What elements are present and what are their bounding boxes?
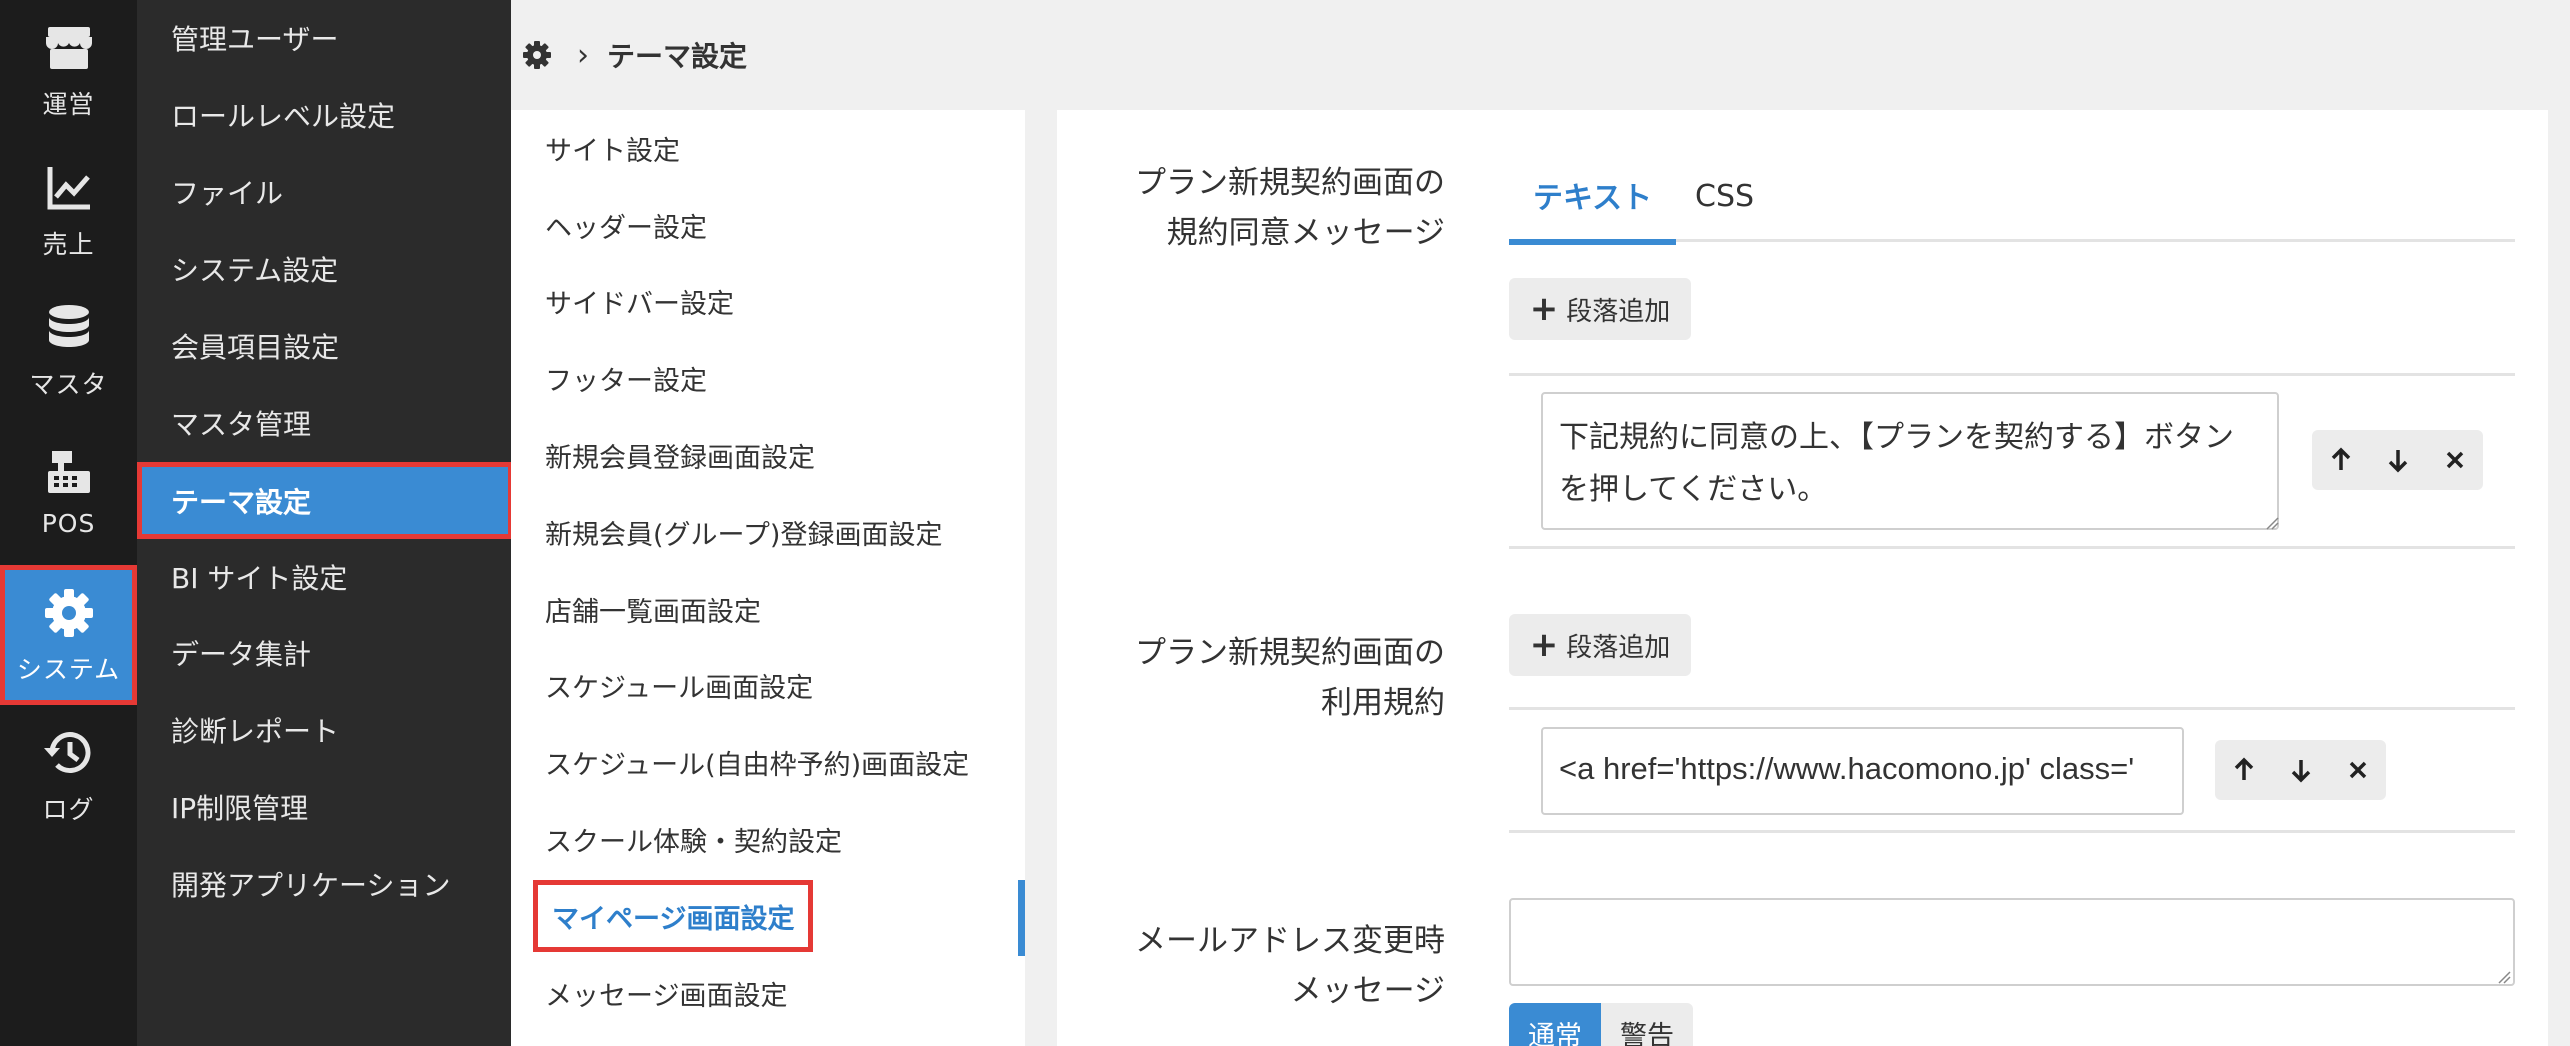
theme-menu-item-school[interactable]: スクール体験・契約設定 <box>545 814 842 864</box>
submenu-item-dev-apps[interactable]: 開発アプリケーション <box>137 846 511 922</box>
theme-menu-item-store-list[interactable]: 店舗一覧画面設定 <box>545 584 761 634</box>
rail-item-log[interactable]: ログ <box>0 705 137 845</box>
theme-menu-item-message[interactable]: メッセージ画面設定 <box>545 968 787 1018</box>
store-icon <box>45 27 92 69</box>
gear-icon <box>44 589 93 637</box>
tab-text[interactable]: テキスト <box>1509 150 1677 245</box>
paragraph-textarea[interactable]: 下記規約に同意の上、【プランを契約する】ボタンを押してください。 <box>1541 392 2279 530</box>
rail-item-operations[interactable]: 運営 <box>0 0 137 140</box>
submenu-item-role-level[interactable]: ロールレベル設定 <box>137 77 511 153</box>
system-submenu: 管理ユーザー ロールレベル設定 ファイル システム設定 会員項目設定 マスタ管理… <box>137 0 513 1046</box>
resize-grip-icon[interactable] <box>2265 516 2279 530</box>
settings-panel: プラン新規契約画面の 規約同意メッセージ テキスト CSS + 段落追加 下記規… <box>1057 110 2548 1046</box>
divider <box>1509 373 2515 376</box>
rail-label: システム <box>16 655 121 684</box>
icon-rail: 運営 売上 マスタ POS システム ログ <box>0 0 137 1046</box>
submenu-item-member-fields[interactable]: 会員項目設定 <box>137 308 511 384</box>
history-icon <box>43 732 90 774</box>
add-paragraph-button[interactable]: + 段落追加 <box>1509 278 1691 340</box>
submenu-item-files[interactable]: ファイル <box>137 154 511 230</box>
submenu-item-system-settings[interactable]: システム設定 <box>137 231 511 307</box>
type-warning-button[interactable]: 警告 <box>1601 1003 1693 1046</box>
move-down-button[interactable] <box>2369 430 2426 490</box>
theme-menu-item-schedule-free[interactable]: スケジュール(自由枠予約)画面設定 <box>545 737 969 787</box>
theme-menu-item-group-registration[interactable]: 新規会員(グループ)登録画面設定 <box>545 507 942 557</box>
paragraph-controls <box>2312 430 2483 490</box>
submenu-item-bi-site[interactable]: BI サイト設定 <box>137 539 511 615</box>
breadcrumb: › テーマ設定 <box>511 0 747 110</box>
arrow-down-icon <box>2291 760 2310 783</box>
rail-label: 売上 <box>42 230 95 259</box>
rail-label: マスタ <box>29 370 108 399</box>
move-up-button[interactable] <box>2312 430 2369 490</box>
rail-item-master[interactable]: マスタ <box>0 280 137 420</box>
arrow-up-icon <box>2331 447 2350 470</box>
tab-css[interactable]: CSS <box>1671 150 1778 242</box>
divider <box>1509 830 2515 833</box>
submenu-item-data-aggregation[interactable]: データ集計 <box>137 615 511 691</box>
terms-html-input[interactable]: <a href='https://www.hacomono.jp' class=… <box>1541 727 2184 815</box>
field-label-agreement-message: プラン新規契約画面の 規約同意メッセージ <box>1135 165 1445 251</box>
theme-menu-item-sidebar[interactable]: サイドバー設定 <box>545 276 734 326</box>
rail-item-sales[interactable]: 売上 <box>0 140 137 280</box>
email-change-message-textarea[interactable] <box>1509 898 2515 986</box>
database-icon <box>48 305 89 347</box>
delete-button[interactable] <box>2426 430 2483 490</box>
submenu-item-ip-restriction[interactable]: IP制限管理 <box>137 769 511 845</box>
rail-item-system[interactable]: システム <box>0 565 137 705</box>
paragraph-controls <box>2215 740 2386 800</box>
rail-label: POS <box>41 508 96 538</box>
theme-menu-item-member-registration[interactable]: 新規会員登録画面設定 <box>545 430 815 480</box>
chart-line-icon <box>47 167 90 210</box>
rail-label: ログ <box>42 795 95 824</box>
add-paragraph-button[interactable]: + 段落追加 <box>1509 614 1691 676</box>
theme-menu-item-footer[interactable]: フッター設定 <box>545 353 707 403</box>
divider <box>1509 546 2515 549</box>
resize-grip-icon[interactable] <box>2497 970 2511 984</box>
breadcrumb-current: テーマ設定 <box>607 40 748 73</box>
chevron-right-icon: › <box>577 37 589 73</box>
arrow-up-icon <box>2234 757 2253 780</box>
close-icon <box>2349 761 2366 779</box>
rail-item-pos[interactable]: POS <box>0 420 137 560</box>
move-up-button[interactable] <box>2215 740 2272 800</box>
delete-button[interactable] <box>2329 740 2386 800</box>
plus-icon: + <box>1529 625 1559 665</box>
theme-settings-menu: サイト設定 ヘッダー設定 サイドバー設定 フッター設定 新規会員登録画面設定 新… <box>511 110 1025 1046</box>
theme-menu-item-mypage[interactable]: マイページ画面設定 <box>533 880 814 952</box>
submenu-item-diagnostic-report[interactable]: 診断レポート <box>137 692 511 768</box>
theme-menu-item-site[interactable]: サイト設定 <box>545 123 680 173</box>
field-label-email-change-message: メールアドレス変更時 メッセージ <box>1135 923 1445 1009</box>
theme-menu-item-header[interactable]: ヘッダー設定 <box>545 200 707 250</box>
plus-icon: + <box>1529 289 1559 329</box>
divider <box>1509 707 2515 710</box>
cash-register-icon <box>47 450 90 493</box>
close-icon <box>2446 451 2463 469</box>
submenu-item-master-management[interactable]: マスタ管理 <box>137 385 511 461</box>
editor-tabs: テキスト CSS <box>1509 150 2515 245</box>
field-label-terms: プラン新規契約画面の 利用規約 <box>1135 635 1445 721</box>
active-indicator <box>1018 880 1025 956</box>
type-normal-button[interactable]: 通常 <box>1509 1003 1601 1046</box>
gear-icon[interactable] <box>521 39 553 71</box>
submenu-item-theme-settings[interactable]: テーマ設定 <box>137 462 513 539</box>
move-down-button[interactable] <box>2272 740 2329 800</box>
submenu-item-admin-users[interactable]: 管理ユーザー <box>137 0 511 76</box>
message-type-toggle: 通常 警告 <box>1509 1003 1693 1046</box>
arrow-down-icon <box>2388 450 2407 473</box>
theme-menu-item-schedule[interactable]: スケジュール画面設定 <box>545 660 813 710</box>
rail-label: 運営 <box>42 90 95 119</box>
